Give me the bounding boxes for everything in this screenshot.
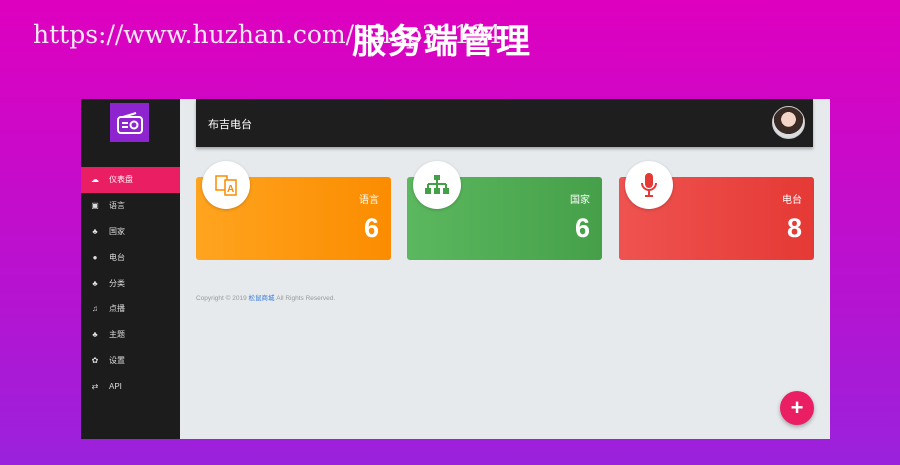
card-value: 8	[786, 213, 802, 243]
sidebar-item[interactable]: ⇄ API	[81, 373, 180, 399]
sidebar: ☁ 仪表盘 ▣ 语言 ♣ 国家 ● 电台 ♣ 分类 ♫ 点播 ♣ 主题 ✿ 设置 ⇄ API	[81, 99, 180, 439]
sidebar-item-label: 电台	[109, 252, 125, 262]
sidebar-item[interactable]: ♣ 国家	[81, 219, 180, 245]
card-label: 电台	[782, 195, 802, 206]
svg-text:A: A	[227, 184, 234, 195]
translate-icon: ▣	[91, 201, 99, 211]
sidebar-item[interactable]: ● 电台	[81, 244, 180, 270]
sidebar-item-label: 国家	[109, 226, 125, 236]
footer-copyright: Copyright © 2019 松鼠商城 All Rights Reserve…	[196, 292, 335, 302]
top-header: 布吉电台	[196, 99, 813, 147]
card-value: 6	[574, 213, 590, 243]
app-window: ☁ 仪表盘 ▣ 语言 ♣ 国家 ● 电台 ♣ 分类 ♫ 点播 ♣ 主题 ✿ 设置 ⇄ API 布吉电台 A 语言 …	[81, 99, 830, 439]
translate-icon: A	[202, 161, 250, 209]
sidebar-item[interactable]: ♫ 点播	[81, 296, 180, 322]
sidebar-item[interactable]: ☁ 仪表盘	[81, 167, 180, 193]
card-station[interactable]: 电台 8	[619, 161, 814, 260]
footer-suffix: All Rights Reserved.	[274, 295, 336, 302]
sidebar-item-label: 仪表盘	[109, 175, 133, 185]
sidebar-item-label: 分类	[109, 278, 125, 288]
add-button[interactable]: +	[780, 391, 814, 425]
sidebar-nav: ☁ 仪表盘 ▣ 语言 ♣ 国家 ● 电台 ♣ 分类 ♫ 点播 ♣ 主题 ✿ 设置 ⇄ API	[81, 167, 180, 399]
sitemap-icon: ♣	[92, 330, 98, 340]
microphone-icon: ●	[92, 252, 98, 262]
card-value: 6	[363, 213, 379, 243]
sidebar-item[interactable]: ✿ 设置	[81, 348, 180, 374]
card-language[interactable]: A 语言 6	[196, 161, 391, 260]
avatar[interactable]	[772, 106, 805, 139]
sidebar-item-label: 语言	[109, 201, 125, 211]
gear-icon: ✿	[91, 355, 99, 365]
card-label: 语言	[359, 195, 379, 206]
sidebar-item[interactable]: ♣ 主题	[81, 322, 180, 348]
exchange-icon: ⇄	[91, 381, 99, 391]
sitemap-icon: ♣	[92, 278, 98, 288]
sidebar-item[interactable]: ♣ 分类	[81, 270, 180, 296]
sitemap-icon: ♣	[92, 226, 98, 236]
card-label: 国家	[570, 195, 590, 206]
sidebar-item-label: API	[109, 381, 122, 391]
sitemap-icon	[413, 161, 461, 209]
card-country[interactable]: 国家 6	[407, 161, 602, 260]
dashboard-icon: ☁	[91, 175, 99, 185]
music-icon: ♫	[92, 304, 98, 314]
radio-logo-icon[interactable]	[110, 103, 149, 142]
microphone-icon	[625, 161, 673, 209]
footer-prefix: Copyright © 2019	[196, 295, 249, 302]
footer-link[interactable]: 松鼠商城	[249, 295, 275, 302]
app-title: 布吉电台	[208, 119, 252, 131]
sidebar-item[interactable]: ▣ 语言	[81, 193, 180, 219]
watermark-title: 服务端管理	[352, 23, 532, 61]
sidebar-item-label: 主题	[109, 330, 125, 340]
sidebar-item-label: 设置	[109, 355, 125, 365]
sidebar-item-label: 点播	[109, 304, 125, 314]
